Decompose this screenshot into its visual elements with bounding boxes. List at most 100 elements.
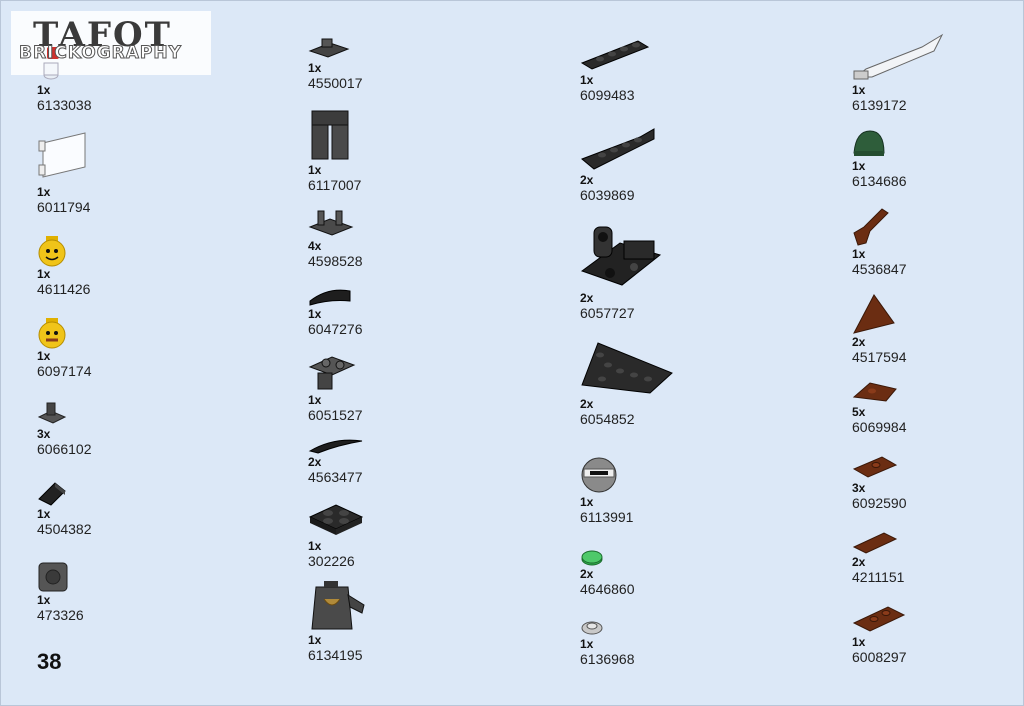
part-id: 6057727 xyxy=(580,305,635,321)
white-flag-icon xyxy=(38,132,86,178)
part-id: 4517594 xyxy=(852,349,907,365)
part-item: 1x 4550017 xyxy=(308,35,448,92)
part-item: 1x 6047276 xyxy=(308,285,448,338)
part-id: 6054852 xyxy=(580,411,635,427)
part-item: 1x 6117007 xyxy=(308,109,448,194)
part-quantity: 1x xyxy=(308,163,322,177)
part-item: 1x 6134195 xyxy=(308,581,448,664)
part-quantity: 1x xyxy=(37,83,51,97)
part-id: 302226 xyxy=(308,553,355,569)
part-quantity: 1x xyxy=(852,83,866,97)
dark-grey-plate-bar-icon xyxy=(308,210,354,236)
part-id: 4598528 xyxy=(308,253,363,269)
black-curved-slope-icon xyxy=(309,289,351,306)
part-item: 2x 6057727 xyxy=(580,223,720,322)
part-quantity: 1x xyxy=(37,185,51,199)
part-id: 6134195 xyxy=(308,647,363,663)
part-id: 6113991 xyxy=(580,509,634,525)
yellow-head-icon xyxy=(38,236,66,267)
black-technic-bracket-icon xyxy=(580,226,662,286)
part-id: 6133038 xyxy=(37,97,92,113)
part-quantity: 1x xyxy=(580,495,594,509)
part-item: 1x 4611426 xyxy=(37,235,177,298)
green-helmet-icon xyxy=(853,130,885,156)
part-quantity: 2x xyxy=(580,567,594,581)
part-item: 2x 4211151 xyxy=(852,529,992,586)
part-item: 2x 6039869 xyxy=(580,125,720,204)
green-round-tile-icon xyxy=(581,550,603,566)
part-item: 2x 4517594 xyxy=(852,293,992,366)
page-number: 38 xyxy=(37,649,62,674)
dark-grey-bracket-icon xyxy=(37,402,67,424)
part-item: 3x 6066102 xyxy=(37,401,177,458)
part-quantity: 1x xyxy=(37,507,51,521)
part-id: 6134686 xyxy=(852,173,907,189)
brown-corner-plate-icon xyxy=(852,382,897,402)
part-quantity: 2x xyxy=(852,555,866,569)
ninja-head-icon xyxy=(581,457,617,493)
part-item: 1x 6139172 xyxy=(852,33,992,114)
part-item: 1x 6136968 xyxy=(580,617,720,668)
part-quantity: 3x xyxy=(852,481,866,495)
part-id: 4646860 xyxy=(580,581,635,597)
part-item: 1x 473326 xyxy=(37,559,177,624)
part-id: 6136968 xyxy=(580,651,635,667)
dark-grey-torso-icon xyxy=(311,581,365,630)
part-id: 6011794 xyxy=(37,199,91,215)
brown-tile-icon xyxy=(852,532,898,554)
part-quantity: 1x xyxy=(308,633,322,647)
part-id: 4211151 xyxy=(852,569,905,585)
grey-round-plate-icon xyxy=(581,621,603,635)
black-wedge-plate-icon xyxy=(581,342,673,394)
part-item: 1x 6113991 xyxy=(580,455,720,526)
part-quantity: 1x xyxy=(37,593,51,607)
part-quantity: 2x xyxy=(308,455,322,469)
part-quantity: 1x xyxy=(852,159,866,173)
black-plate-1x4-icon xyxy=(580,40,650,70)
part-item: 1x 6051527 xyxy=(308,351,448,424)
part-quantity: 1x xyxy=(37,349,51,363)
part-quantity: 3x xyxy=(37,427,51,441)
brown-triangle-icon xyxy=(853,294,895,334)
part-quantity: 1x xyxy=(308,393,322,407)
part-id: 4611426 xyxy=(37,281,91,297)
part-item: 1x 6134686 xyxy=(852,129,992,190)
part-id: 4550017 xyxy=(308,75,363,91)
part-quantity: 1x xyxy=(580,637,594,651)
part-id: 6039869 xyxy=(580,187,635,203)
black-claw-icon xyxy=(308,439,363,454)
part-id: 4504382 xyxy=(37,521,92,537)
part-item: 1x 302226 xyxy=(308,499,448,570)
instruction-page: TAFOT BRICKOGRAPHY 1x 6133038 1x 6011794… xyxy=(0,0,1024,706)
part-item: 5x 6069984 xyxy=(852,379,992,436)
part-quantity: 2x xyxy=(580,291,594,305)
yellow-head-icon xyxy=(38,318,66,349)
part-id: 473326 xyxy=(37,607,84,623)
part-quantity: 4x xyxy=(308,239,322,253)
part-item: 4x 4598528 xyxy=(308,207,448,270)
part-id: 6008297 xyxy=(852,649,907,665)
part-id: 4563477 xyxy=(308,469,363,485)
part-item: 1x 6011794 xyxy=(37,131,177,216)
dark-grey-legs-icon xyxy=(311,110,349,160)
part-id: 6051527 xyxy=(308,407,363,423)
part-item: 2x 6054852 xyxy=(580,341,720,428)
part-quantity: 2x xyxy=(852,335,866,349)
part-id: 6139172 xyxy=(852,97,907,113)
part-item: 1x 4504382 xyxy=(37,479,177,538)
part-quantity: 1x xyxy=(37,267,51,281)
part-quantity: 5x xyxy=(852,405,866,419)
part-item: 1x 6097174 xyxy=(37,317,177,380)
part-item: 3x 6092590 xyxy=(852,453,992,512)
part-quantity: 1x xyxy=(580,73,594,87)
part-quantity: 1x xyxy=(852,635,866,649)
black-slope-icon xyxy=(38,482,66,506)
dark-grey-plate-hinge-icon xyxy=(308,356,356,390)
part-quantity: 1x xyxy=(852,247,866,261)
part-quantity: 1x xyxy=(308,307,322,321)
part-item: 2x 4563477 xyxy=(308,437,448,486)
brown-plate-2x1-icon xyxy=(852,606,906,632)
brown-plate-stud-icon xyxy=(852,456,898,478)
part-id: 4536847 xyxy=(852,261,907,277)
part-item: 1x 6099483 xyxy=(580,35,720,104)
